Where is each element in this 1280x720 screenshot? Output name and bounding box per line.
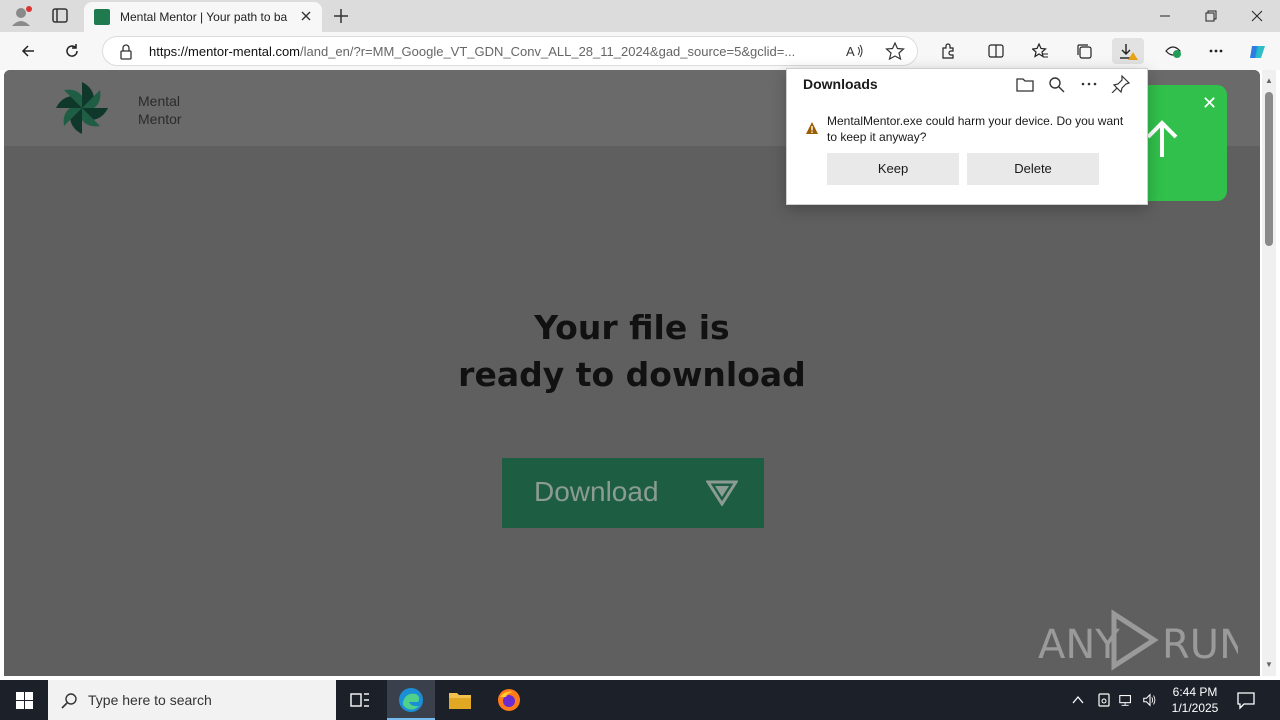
- task-view-button[interactable]: [336, 680, 384, 720]
- task-view-icon: [350, 693, 369, 707]
- logo-text: Mental Mentor: [138, 92, 182, 128]
- refresh-button[interactable]: [58, 38, 86, 64]
- split-screen-icon[interactable]: [982, 38, 1010, 64]
- browser-essentials-icon[interactable]: [1158, 38, 1186, 64]
- tab-actions-icon[interactable]: [48, 6, 72, 26]
- url-text[interactable]: https://mentor-mental.com/land_en/?r=MM_…: [149, 44, 849, 59]
- download-warning-message: MentalMentor.exe could harm your device.…: [827, 114, 1124, 144]
- taskbar-search-box[interactable]: Type here to search: [48, 680, 336, 720]
- tray-device-icon[interactable]: [1096, 692, 1112, 708]
- title-bar: Mental Mentor | Your path to bal: [0, 0, 1280, 32]
- svg-text:A: A: [846, 44, 855, 59]
- hero-line-1: Your file is: [534, 308, 730, 347]
- promo-popup[interactable]: ✕: [1140, 85, 1227, 201]
- profile-avatar-icon[interactable]: [10, 5, 34, 27]
- hero-heading: Your file is ready to download: [4, 304, 1260, 398]
- logo-line-1: Mental: [138, 93, 181, 109]
- scrollbar-thumb[interactable]: [1265, 92, 1273, 246]
- collections-icon[interactable]: [1070, 38, 1098, 64]
- downloads-panel: Downloads MentalMentor.exe could harm yo…: [786, 68, 1148, 205]
- taskbar-edge[interactable]: [387, 680, 435, 720]
- edge-icon: [399, 688, 423, 712]
- pin-icon[interactable]: [1111, 74, 1133, 95]
- url-domain: https://mentor-mental.com: [149, 44, 300, 59]
- network-icon[interactable]: [1118, 692, 1134, 708]
- tab-mental-mentor[interactable]: Mental Mentor | Your path to bal: [84, 2, 322, 32]
- close-window-button[interactable]: [1234, 0, 1280, 32]
- downloads-title: Downloads: [803, 76, 878, 92]
- popup-close-icon[interactable]: ✕: [1202, 93, 1217, 114]
- site-favicon-icon: [94, 9, 110, 25]
- svg-text:ANY: ANY: [1038, 622, 1120, 668]
- page-scrollbar[interactable]: ▲ ▼: [1262, 70, 1276, 676]
- taskbar-search-placeholder: Type here to search: [88, 692, 212, 708]
- favorites-icon[interactable]: [1026, 38, 1054, 64]
- logo-line-2: Mentor: [138, 111, 182, 127]
- browser-toolbar: https://mentor-mental.com/land_en/?r=MM_…: [0, 32, 1280, 70]
- address-bar[interactable]: https://mentor-mental.com/land_en/?r=MM_…: [102, 36, 918, 66]
- search-downloads-icon[interactable]: [1047, 75, 1069, 95]
- tab-close-icon[interactable]: [298, 8, 314, 24]
- back-button[interactable]: [14, 38, 42, 64]
- settings-more-icon[interactable]: [1202, 38, 1230, 64]
- windows-taskbar: Type here to search 6:44 PM 1/1/2025: [0, 680, 1280, 720]
- windows-logo-icon: [16, 692, 33, 709]
- download-button[interactable]: Download: [502, 458, 764, 528]
- firefox-icon: [498, 689, 520, 711]
- downloads-button[interactable]: [1112, 38, 1144, 64]
- extensions-icon[interactable]: [934, 38, 962, 64]
- favorite-star-icon[interactable]: [885, 42, 905, 60]
- copilot-icon[interactable]: [1243, 38, 1271, 64]
- tab-title: Mental Mentor | Your path to bal: [120, 10, 288, 24]
- taskbar-firefox[interactable]: [485, 680, 533, 720]
- new-tab-button[interactable]: [330, 5, 352, 27]
- search-icon: [61, 693, 77, 709]
- clock-time: 6:44 PM: [1172, 685, 1218, 699]
- delete-button[interactable]: Delete: [967, 153, 1099, 185]
- clock-date: 1/1/2025: [1171, 701, 1219, 715]
- keep-button[interactable]: Keep: [827, 153, 959, 185]
- hero-line-2: ready to download: [458, 355, 806, 394]
- notification-center-icon[interactable]: [1236, 690, 1256, 710]
- folder-icon: [449, 693, 471, 709]
- lock-icon[interactable]: [119, 44, 133, 60]
- more-options-icon[interactable]: [1079, 75, 1101, 95]
- show-hidden-icons-icon[interactable]: [1070, 692, 1086, 708]
- restore-button[interactable]: [1188, 0, 1234, 32]
- open-folder-icon[interactable]: [1015, 75, 1037, 95]
- download-arrow-icon: [706, 480, 738, 506]
- taskbar-clock[interactable]: 6:44 PM 1/1/2025: [1160, 684, 1230, 716]
- url-path: /land_en/?r=MM_Google_VT_GDN_Conv_ALL_28…: [300, 44, 796, 59]
- warning-icon: [806, 122, 818, 134]
- mental-mentor-logo[interactable]: [50, 76, 114, 140]
- start-button[interactable]: [0, 680, 48, 720]
- taskbar-file-explorer[interactable]: [436, 680, 484, 720]
- read-aloud-icon[interactable]: A: [845, 42, 865, 60]
- download-button-label: Download: [534, 476, 659, 507]
- volume-icon[interactable]: [1142, 692, 1158, 708]
- scroll-down-icon[interactable]: ▼: [1265, 660, 1273, 669]
- minimize-button[interactable]: [1142, 0, 1188, 32]
- up-arrow-icon: [1146, 120, 1178, 157]
- scroll-up-icon[interactable]: ▲: [1265, 76, 1273, 85]
- svg-text:RUN: RUN: [1162, 622, 1238, 668]
- anyrun-watermark: ANY RUN: [1038, 608, 1249, 675]
